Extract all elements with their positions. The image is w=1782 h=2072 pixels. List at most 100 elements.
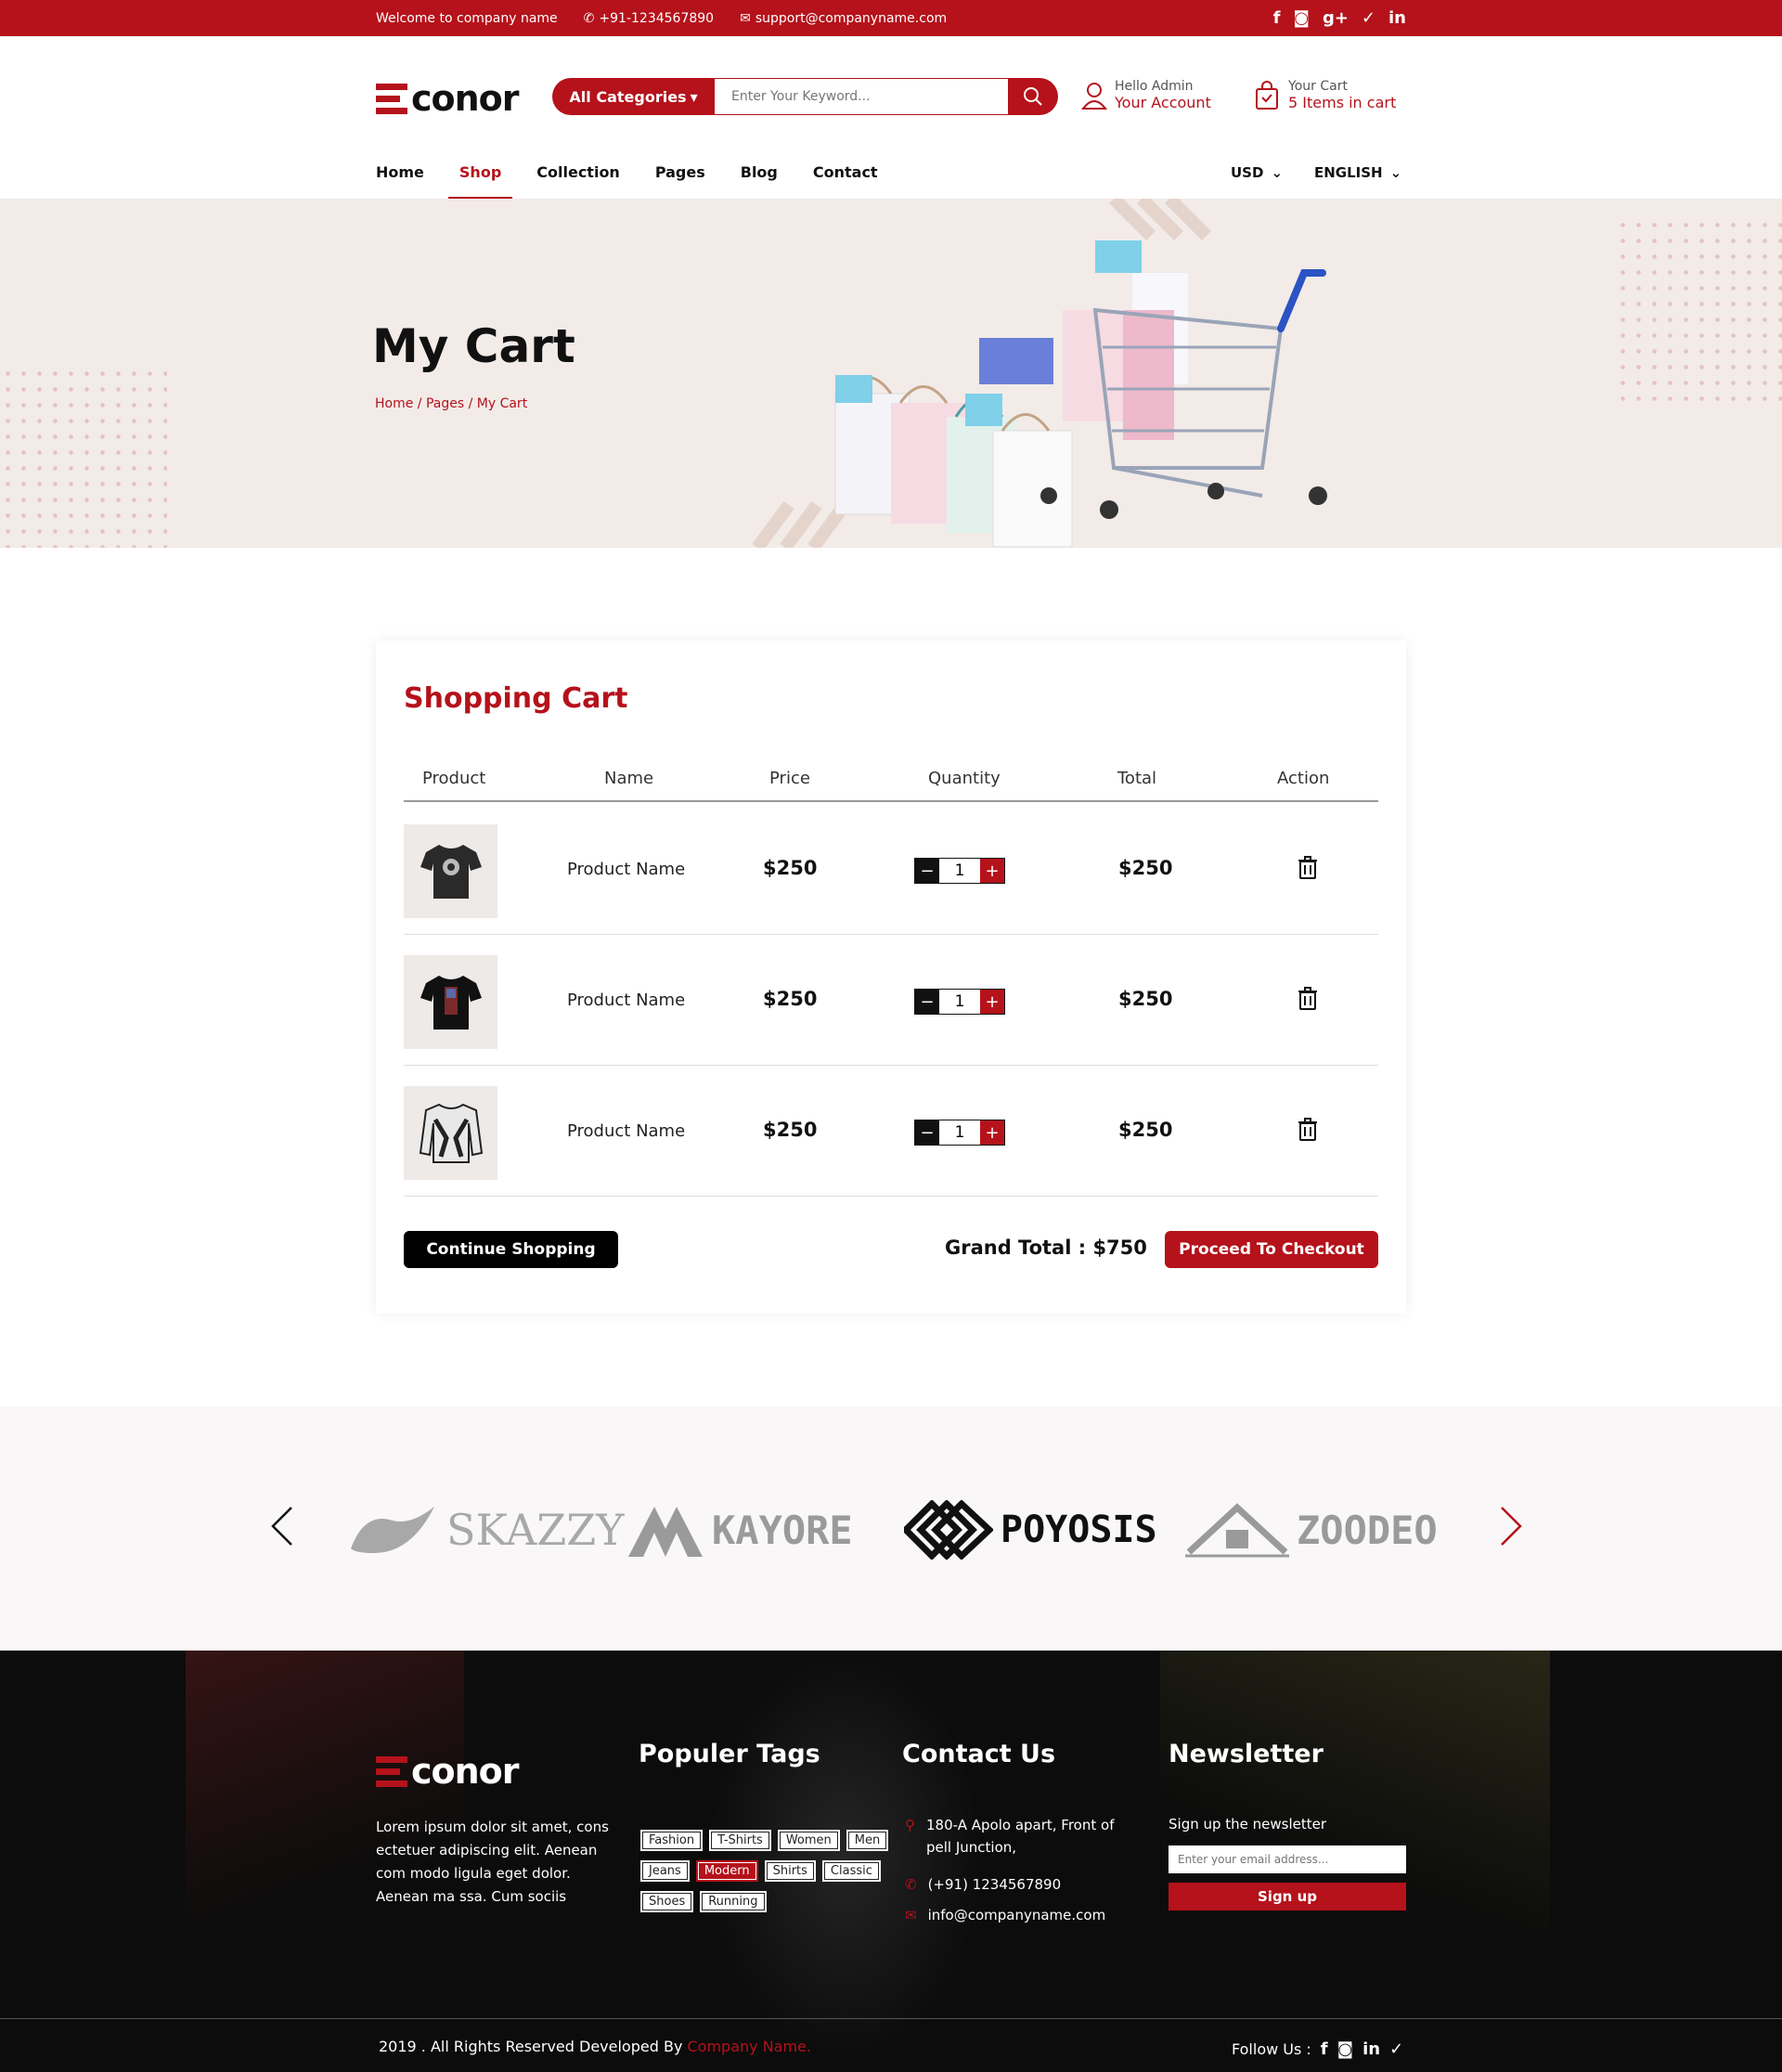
linkedin-icon[interactable]: in <box>1362 2040 1380 2059</box>
tag-women[interactable]: Women <box>777 1830 840 1851</box>
search-button[interactable] <box>1008 78 1058 115</box>
col-action: Action <box>1277 769 1330 788</box>
increment-button[interactable]: + <box>980 859 1004 883</box>
brand-logo-skazzy[interactable]: SKAZZY <box>346 1499 625 1560</box>
language-select[interactable]: ENGLISH ⌄ <box>1314 164 1401 181</box>
decrement-button[interactable]: − <box>915 1120 939 1145</box>
cart-link[interactable]: Your Cart 5 Items in cart <box>1255 79 1396 111</box>
nav-collection[interactable]: Collection <box>536 146 620 199</box>
nav-contact[interactable]: Contact <box>813 146 878 199</box>
copyright-text: 2019 . All Rights Reserved Developed By <box>379 2038 683 2055</box>
product-name[interactable]: Product Name <box>567 1121 685 1141</box>
brand-logo-zoodeo[interactable]: ZOODEO <box>1185 1499 1438 1560</box>
trash-icon[interactable] <box>1298 1118 1318 1142</box>
diamond-logo-icon <box>904 1500 993 1560</box>
footer: conor Lorem ipsum dolor sit amet, cons e… <box>0 1651 1782 2072</box>
checkout-button[interactable]: Proceed To Checkout <box>1165 1231 1378 1268</box>
nav-blog[interactable]: Blog <box>741 146 778 199</box>
twitter-icon[interactable]: ✓ <box>1389 2040 1403 2059</box>
dot-pattern-decoration <box>1615 217 1782 403</box>
search-input[interactable] <box>715 78 1008 115</box>
tag-men[interactable]: Men <box>846 1830 889 1851</box>
tag-modern[interactable]: Modern <box>695 1860 758 1882</box>
brand-logo-kayore[interactable]: KAYORE <box>626 1499 853 1560</box>
top-email-text: support@companyname.com <box>755 10 948 26</box>
product-image[interactable] <box>404 955 497 1049</box>
mountain-icon <box>628 1507 703 1557</box>
product-price: $250 <box>763 988 818 1010</box>
cart-count: 5 Items in cart <box>1288 94 1397 111</box>
col-name: Name <box>604 769 654 788</box>
shopping-cart-illustration <box>752 199 1327 548</box>
product-image[interactable] <box>404 1086 497 1180</box>
breadcrumb[interactable]: Home / Pages / My Cart <box>375 396 527 411</box>
tag-jeans[interactable]: Jeans <box>640 1860 690 1882</box>
chevron-right-icon[interactable] <box>1498 1504 1524 1548</box>
brand-carousel: SKAZZY KAYORE POYOSIS ZOODEO <box>0 1406 1782 1651</box>
tag-shirts[interactable]: Shirts <box>764 1860 816 1882</box>
col-quantity: Quantity <box>928 769 1001 788</box>
increment-button[interactable]: + <box>980 990 1004 1014</box>
product-name[interactable]: Product Name <box>567 860 685 879</box>
product-price: $250 <box>763 857 818 879</box>
top-email: ✉ support@companyname.com <box>740 11 947 26</box>
contact-email: ✉ info@companyname.com <box>905 1904 1105 1926</box>
phone-text: (+91) 1234567890 <box>927 1876 1062 1893</box>
continue-shopping-button[interactable]: Continue Shopping <box>404 1231 618 1268</box>
email-text[interactable]: info@companyname.com <box>928 1904 1106 1926</box>
newsletter-email-input[interactable] <box>1169 1845 1406 1873</box>
product-price: $250 <box>763 1119 818 1141</box>
tag-classic[interactable]: Classic <box>821 1860 881 1882</box>
trash-icon[interactable] <box>1298 987 1318 1011</box>
footer-logo[interactable]: conor <box>376 1751 520 1792</box>
instagram-icon[interactable]: ◙ <box>1293 8 1309 28</box>
signup-button[interactable]: Sign up <box>1169 1883 1406 1910</box>
quantity-stepper: − + <box>914 1120 1005 1146</box>
facebook-icon[interactable]: f <box>1273 8 1281 28</box>
decrement-button[interactable]: − <box>915 990 939 1014</box>
tag-shoes[interactable]: Shoes <box>640 1891 694 1912</box>
quantity-input[interactable] <box>939 1120 980 1145</box>
increment-button[interactable]: + <box>980 1120 1004 1145</box>
nav-shop[interactable]: Shop <box>447 146 513 199</box>
search-icon <box>1024 87 1042 106</box>
site-logo[interactable]: conor <box>376 78 520 119</box>
follow-us: Follow Us : f ◙ in ✓ <box>1232 2040 1403 2059</box>
chevron-left-icon[interactable] <box>269 1504 295 1548</box>
phone-icon: ✆ <box>905 1876 917 1893</box>
follow-label: Follow Us : <box>1232 2040 1311 2058</box>
facebook-icon[interactable]: f <box>1321 2040 1328 2059</box>
account-link[interactable]: Hello Admin Your Account <box>1081 79 1211 111</box>
contact-column: Contact Us <box>902 1740 1055 1768</box>
tags-heading: Populer Tags <box>639 1740 820 1768</box>
nav-home[interactable]: Home <box>376 146 424 199</box>
category-dropdown[interactable]: All Categories ▾ <box>552 78 715 115</box>
linkedin-icon[interactable]: in <box>1388 8 1406 28</box>
twitter-icon[interactable]: ✓ <box>1362 8 1375 28</box>
nav-pages[interactable]: Pages <box>655 146 705 199</box>
brand-name: POYOSIS <box>1001 1509 1157 1551</box>
quantity-input[interactable] <box>939 859 980 883</box>
page-title: My Cart <box>372 319 575 373</box>
decrement-button[interactable]: − <box>915 859 939 883</box>
company-link[interactable]: Company Name. <box>688 2038 812 2055</box>
tag-tshirts[interactable]: T-Shirts <box>709 1830 771 1851</box>
tags-column: Populer Tags <box>639 1740 820 1768</box>
footer-about: Lorem ipsum dolor sit amet, cons ectetue… <box>376 1819 609 1905</box>
page-banner: My Cart Home / Pages / My Cart <box>0 199 1782 548</box>
brand-logo-poyosis[interactable]: POYOSIS <box>904 1499 1157 1560</box>
tag-fashion[interactable]: Fashion <box>640 1830 704 1851</box>
trash-icon[interactable] <box>1298 856 1318 880</box>
product-image[interactable] <box>404 824 497 918</box>
currency-select[interactable]: USD ⌄ <box>1231 164 1283 181</box>
tag-running[interactable]: Running <box>700 1891 767 1912</box>
top-bar: Welcome to company name ✆ +91-1234567890 … <box>0 0 1782 36</box>
google-plus-icon[interactable]: g+ <box>1323 8 1349 28</box>
user-icon <box>1081 82 1107 110</box>
col-total: Total <box>1117 769 1157 788</box>
instagram-icon[interactable]: ◙ <box>1337 2040 1353 2059</box>
quantity-input[interactable] <box>939 990 980 1014</box>
product-name[interactable]: Product Name <box>567 991 685 1010</box>
category-label: All Categories <box>569 87 687 106</box>
top-phone: ✆ +91-1234567890 <box>584 11 714 26</box>
